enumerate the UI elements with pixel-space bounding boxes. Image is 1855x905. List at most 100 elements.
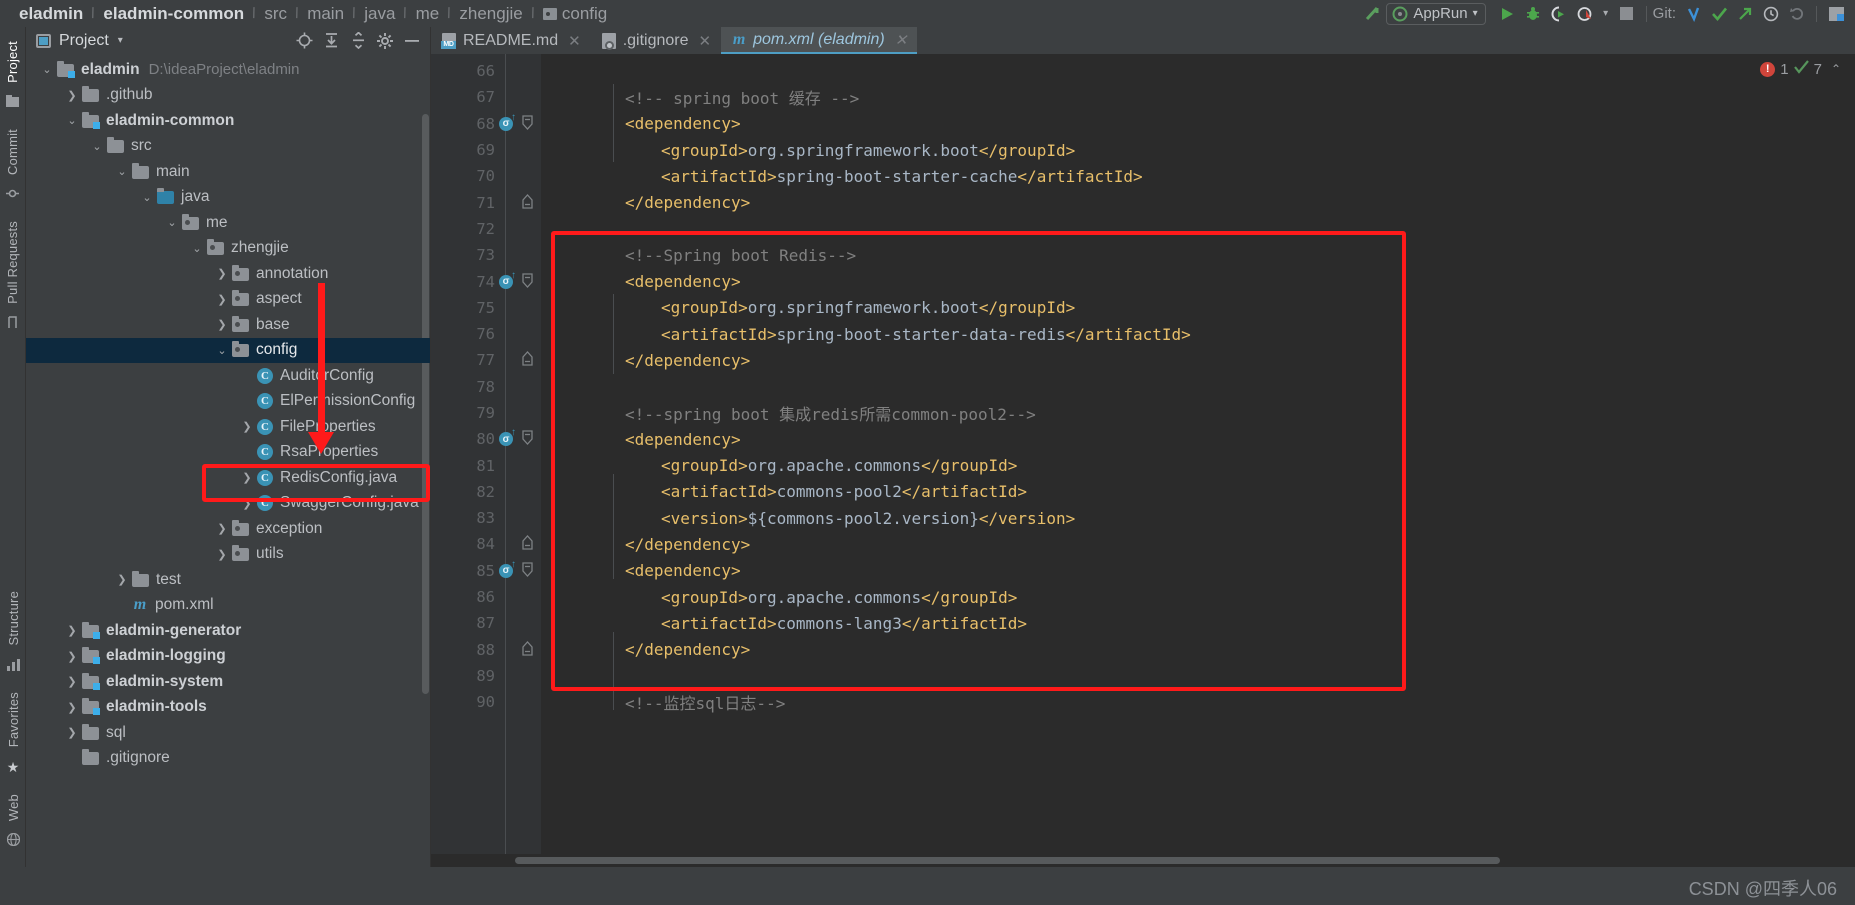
gutter-line[interactable]: 67: [431, 84, 541, 110]
chevron-right-icon[interactable]: ❯: [65, 726, 79, 739]
git-commit-icon[interactable]: [1706, 2, 1732, 26]
sidebar-tab-favorites[interactable]: Favorites: [6, 684, 21, 755]
gutter-line[interactable]: 79: [431, 400, 541, 426]
tree-node-zhengjie[interactable]: ⌄ zhengjie: [26, 236, 430, 262]
tree-node-java[interactable]: ⌄ java: [26, 185, 430, 211]
tree-node-eladmin-generator[interactable]: ❯ eladmin-generator: [26, 618, 430, 644]
gutter-line[interactable]: 70: [431, 163, 541, 189]
editor-tab--gitignore[interactable]: .gitignore ✕: [591, 27, 721, 54]
code-line[interactable]: <version> ${commons-pool2.version} </versi…: [541, 505, 1839, 531]
editor-horizontal-scrollbar[interactable]: [515, 857, 1500, 864]
chevron-down-icon[interactable]: ⌄: [190, 242, 204, 255]
chevron-right-icon[interactable]: ❯: [65, 624, 79, 637]
gutter-line[interactable]: 78: [431, 374, 541, 400]
run-configuration-selector[interactable]: AppRun ▾: [1386, 2, 1486, 25]
chevron-right-icon[interactable]: ❯: [65, 675, 79, 688]
sidebar-tab-structure[interactable]: Structure: [6, 583, 21, 654]
code-line[interactable]: <dependency>: [541, 268, 1839, 294]
chevron-up-icon[interactable]: ⌃: [1831, 62, 1841, 76]
tree-node-main[interactable]: ⌄ main: [26, 159, 430, 185]
code-fold-toggle-icon[interactable]: [517, 351, 537, 369]
stop-icon[interactable]: [1614, 2, 1640, 26]
editor-gutter[interactable]: 666768σ697071727374σ757677787980σ8182838…: [431, 54, 541, 854]
gutter-line[interactable]: 82: [431, 479, 541, 505]
gutter-marker[interactable]: σ: [495, 559, 517, 578]
chevron-right-icon[interactable]: ❯: [65, 89, 79, 102]
chevron-right-icon[interactable]: ❯: [215, 293, 229, 306]
code-line[interactable]: </dependency>: [541, 347, 1839, 373]
tree-node--gitignore[interactable]: · .gitignore: [26, 746, 430, 772]
tree-node--github[interactable]: ❯ .github: [26, 83, 430, 109]
gutter-line[interactable]: 84: [431, 531, 541, 557]
gutter-line[interactable]: 73: [431, 242, 541, 268]
code-fold-toggle-icon[interactable]: [517, 640, 537, 659]
tree-node-utils[interactable]: ❯ utils: [26, 542, 430, 568]
breadcrumb-item-eladmin[interactable]: eladmin: [16, 4, 86, 24]
chevron-right-icon[interactable]: ❯: [240, 420, 254, 433]
debug-icon[interactable]: [1520, 2, 1546, 26]
gear-icon[interactable]: [373, 30, 397, 52]
gutter-line[interactable]: 81: [431, 452, 541, 478]
maven-dependency-badge-icon[interactable]: σ: [499, 559, 516, 578]
editor-tab-readme-md[interactable]: MD README.md ✕: [431, 27, 591, 54]
maven-dependency-badge-icon[interactable]: σ: [499, 112, 516, 131]
maven-dependency-badge-icon[interactable]: σ: [499, 270, 516, 289]
chevron-right-icon[interactable]: ❯: [215, 548, 229, 561]
code-line[interactable]: <groupId> org.apache.commons </groupId>: [541, 452, 1839, 478]
close-icon[interactable]: ✕: [568, 32, 581, 50]
gutter-marker[interactable]: σ: [495, 112, 517, 131]
layout-icon[interactable]: [1823, 2, 1849, 26]
code-line[interactable]: <artifactId> spring-boot-starter-data-red…: [541, 321, 1839, 347]
chevron-down-icon[interactable]: ⌄: [115, 165, 129, 178]
chevron-down-icon[interactable]: ⌄: [215, 344, 229, 357]
git-push-icon[interactable]: [1732, 2, 1758, 26]
chevron-right-icon[interactable]: ❯: [215, 267, 229, 280]
code-line[interactable]: <dependency>: [541, 558, 1839, 584]
tree-node-swaggerconfig-java[interactable]: ❯ C SwaggerConfig.java: [26, 491, 430, 517]
tree-node-eladmin-system[interactable]: ❯ eladmin-system: [26, 669, 430, 695]
git-rollback-icon[interactable]: [1784, 2, 1810, 26]
tree-node-annotation[interactable]: ❯ annotation: [26, 261, 430, 287]
gutter-line[interactable]: 86: [431, 584, 541, 610]
code-line[interactable]: <groupId> org.springframework.boot </group…: [541, 137, 1839, 163]
code-line[interactable]: <!--监控sql日志-->: [541, 689, 1839, 715]
breadcrumb-item-me[interactable]: me: [413, 4, 443, 24]
chevron-right-icon[interactable]: ❯: [215, 522, 229, 535]
tree-node-src[interactable]: ⌄ src: [26, 134, 430, 160]
code-line[interactable]: <!--Spring boot Redis-->: [541, 242, 1839, 268]
tree-node-exception[interactable]: ❯ exception: [26, 516, 430, 542]
editor-viewport[interactable]: 666768σ697071727374σ757677787980σ8182838…: [431, 54, 1855, 854]
gutter-line[interactable]: 75: [431, 295, 541, 321]
chevron-down-icon[interactable]: ⌄: [165, 216, 179, 229]
chevron-down-icon[interactable]: ▾: [1598, 2, 1614, 26]
tree-node-aspect[interactable]: ❯ aspect: [26, 287, 430, 313]
tree-node-sql[interactable]: ❯ sql: [26, 720, 430, 746]
git-update-icon[interactable]: [1680, 2, 1706, 26]
expand-all-icon[interactable]: [319, 30, 343, 52]
chevron-right-icon[interactable]: ❯: [215, 318, 229, 331]
chevron-down-icon[interactable]: ⌄: [40, 63, 54, 76]
code-fold-toggle-icon[interactable]: [517, 193, 537, 212]
chevron-down-icon[interactable]: ⌄: [65, 114, 79, 127]
gutter-line[interactable]: 89: [431, 663, 541, 689]
chevron-down-icon[interactable]: ⌄: [140, 191, 154, 204]
tree-node-test[interactable]: ❯ test: [26, 567, 430, 593]
collapse-all-icon[interactable]: [346, 30, 370, 52]
tree-node-me[interactable]: ⌄ me: [26, 210, 430, 236]
code-line[interactable]: [541, 216, 1839, 242]
maven-dependency-badge-icon[interactable]: σ: [499, 427, 516, 447]
sidebar-tab-project[interactable]: Project: [5, 33, 20, 91]
editor-tab-pom-xml-eladmin-[interactable]: m pom.xml (eladmin) ✕: [721, 27, 918, 54]
sidebar-tab-commit[interactable]: Commit: [5, 121, 20, 183]
gutter-line[interactable]: 88: [431, 637, 541, 663]
tree-node-redisconfig-java[interactable]: ❯ C RedisConfig.java: [26, 465, 430, 491]
locate-icon[interactable]: [292, 30, 316, 52]
build-icon[interactable]: [1360, 2, 1386, 26]
run-icon[interactable]: [1494, 2, 1520, 26]
code-line[interactable]: <artifactId> spring-boot-starter-cache </a…: [541, 163, 1839, 189]
chevron-right-icon[interactable]: ❯: [240, 471, 254, 484]
tree-node-rsaproperties[interactable]: ·C RsaProperties: [26, 440, 430, 466]
breadcrumb-item-src[interactable]: src: [261, 4, 290, 24]
gutter-line[interactable]: 71: [431, 189, 541, 215]
sidebar-tab-web[interactable]: Web: [6, 786, 21, 829]
